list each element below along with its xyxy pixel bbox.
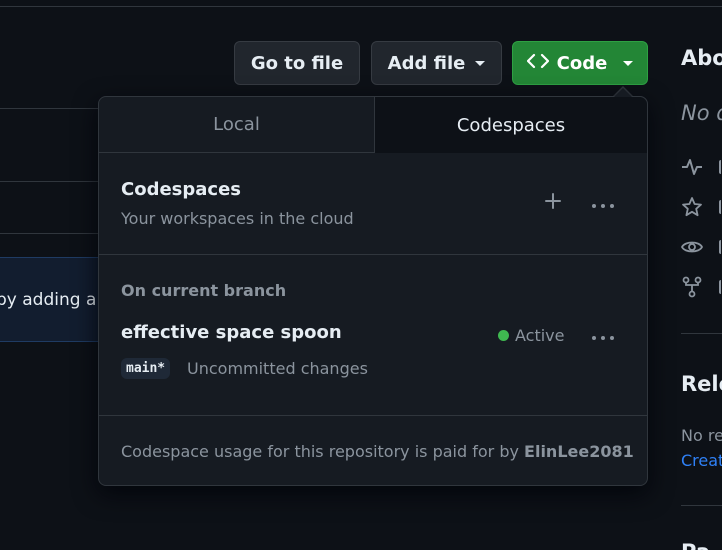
branch-section-label: On current branch [121,281,287,300]
code-button[interactable]: Code [512,41,648,85]
file-list-row[interactable] [0,181,110,234]
sidebar-divider [681,505,722,506]
releases-heading[interactable]: Rele [681,372,722,396]
readme-banner: by adding a [0,257,110,342]
billing-owner: ElinLee2081 [524,442,634,461]
dropdown-caret-inner [614,88,632,97]
eye-icon [680,236,704,258]
kebab-horizontal-icon [591,326,615,345]
header-divider [0,6,722,7]
chevron-down-icon [623,60,634,66]
banner-text: by adding a [0,290,97,310]
codespaces-options-button[interactable] [588,188,618,218]
sidebar-divider [681,333,722,334]
tab-local[interactable]: Local [99,97,374,153]
add-file-label: Add file [387,52,466,74]
code-dropdown-panel: Local Codespaces Codespaces Your workspa… [98,96,648,486]
create-release-link[interactable]: Creat [681,451,722,470]
section-divider [99,254,647,255]
codespace-options-button[interactable] [588,320,618,350]
new-codespace-button[interactable] [538,188,568,218]
about-description: No d [681,101,722,125]
codespaces-section-title: Codespaces [121,179,242,200]
pulse-icon [681,156,703,178]
plus-icon [544,192,562,214]
file-list-header [0,108,110,182]
status-dot-icon [498,330,509,341]
code-icon [526,53,549,74]
repo-forked-icon [681,276,703,298]
codespace-status: Active [498,326,565,345]
packages-heading[interactable]: Pa [681,540,710,550]
section-divider [99,415,647,416]
branch-badge: main* [121,358,171,379]
chevron-down-icon [475,60,486,66]
code-label: Code [556,52,608,74]
add-file-button[interactable]: Add file [371,41,502,85]
kebab-horizontal-icon [591,194,615,213]
billing-footer: Codespace usage for this repository is p… [121,442,634,461]
codespace-name-link[interactable]: effective space spoon [121,322,342,343]
go-to-file-button[interactable]: Go to file [234,41,360,85]
go-to-file-label: Go to file [250,52,344,74]
dropdown-tabs: Local Codespaces [99,97,647,153]
tab-codespaces[interactable]: Codespaces [374,97,647,153]
codespaces-section-subtitle: Your workspaces in the cloud [121,209,354,228]
about-heading: Abo [681,46,722,70]
uncommitted-changes-text: Uncommitted changes [187,359,368,378]
star-icon [681,196,703,218]
no-releases-text: No re [681,426,722,445]
status-label: Active [515,326,565,345]
billing-text: Codespace usage for this repository is p… [121,442,519,461]
